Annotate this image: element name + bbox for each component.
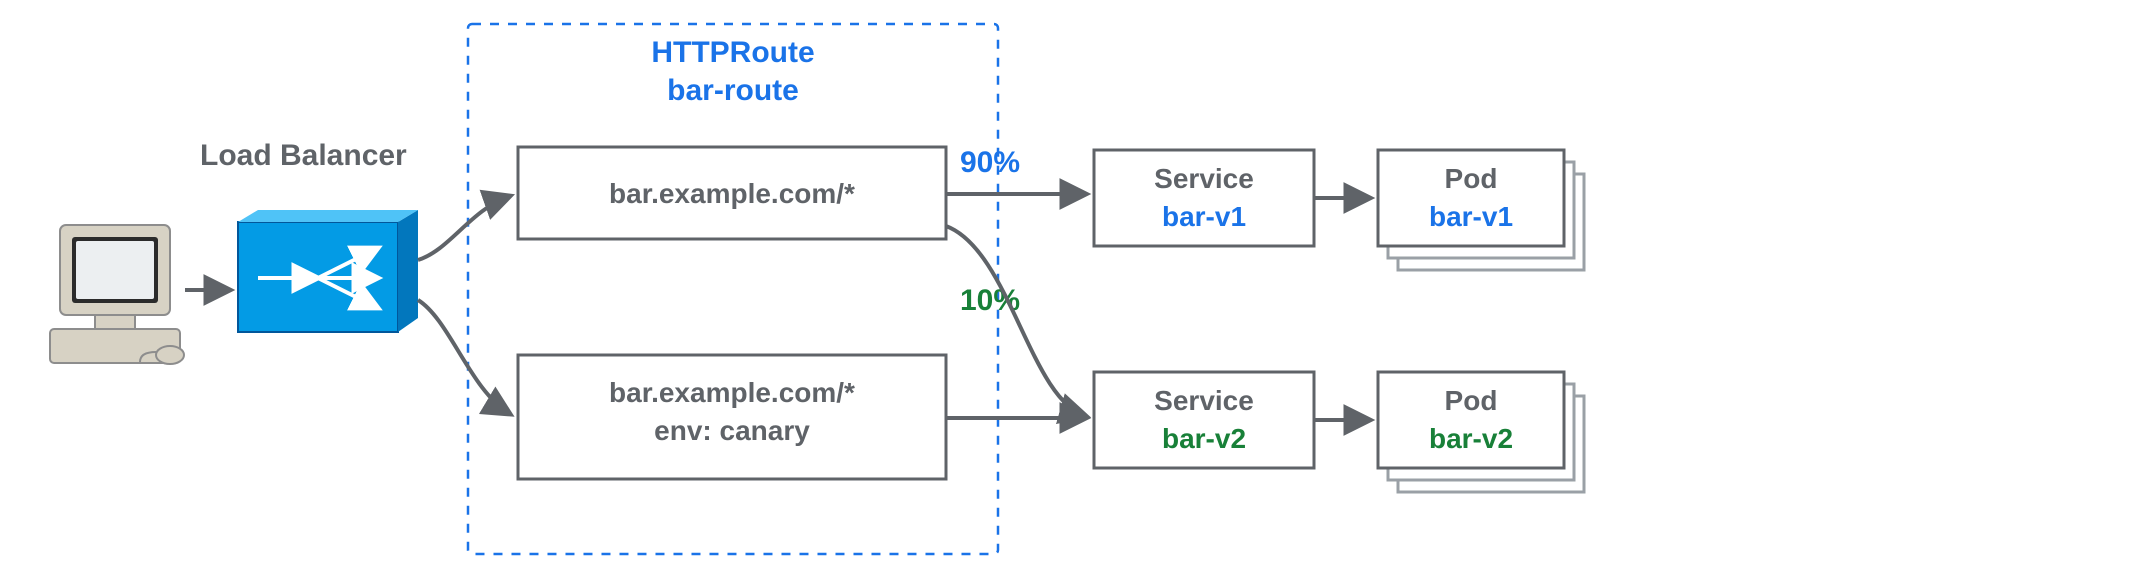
pod-bar-v1-stack: Pod bar-v1 (1378, 150, 1584, 270)
pod-v1-name: bar-v1 (1429, 201, 1513, 232)
route-rule-b-line1: bar.example.com/* (609, 377, 855, 408)
arrow-lb-rule-b (418, 300, 510, 414)
route-rule-a-text: bar.example.com/* (609, 178, 855, 209)
service-v1-name: bar-v1 (1162, 201, 1246, 232)
weight-90: 90% (960, 146, 1020, 179)
httproute-title-line1: HTTPRoute (651, 36, 814, 69)
service-v1-label: Service (1154, 163, 1254, 194)
service-v2-name: bar-v2 (1162, 423, 1246, 454)
service-v2-label: Service (1154, 385, 1254, 416)
service-bar-v1: Service bar-v1 (1094, 150, 1314, 246)
pod-v1-label: Pod (1445, 163, 1498, 194)
route-rule-b-line2: env: canary (654, 415, 810, 446)
route-rule-a: bar.example.com/* (518, 147, 946, 239)
pod-bar-v2-stack: Pod bar-v2 (1378, 372, 1584, 492)
httproute-title-line2: bar-route (667, 74, 799, 107)
arrow-rule-a-svc-v2 (946, 226, 1086, 416)
pod-v2-label: Pod (1445, 385, 1498, 416)
diagram-canvas: Load Balancer HTTPRoute bar-route bar.ex… (0, 0, 2149, 573)
client-computer-icon (50, 225, 184, 364)
arrow-lb-rule-a (418, 196, 510, 260)
service-bar-v2: Service bar-v2 (1094, 372, 1314, 468)
weight-10: 10% (960, 284, 1020, 317)
load-balancer-title: Load Balancer (200, 139, 407, 172)
route-rule-b: bar.example.com/* env: canary (518, 355, 946, 479)
pod-v2-name: bar-v2 (1429, 423, 1513, 454)
load-balancer-icon (238, 210, 418, 332)
